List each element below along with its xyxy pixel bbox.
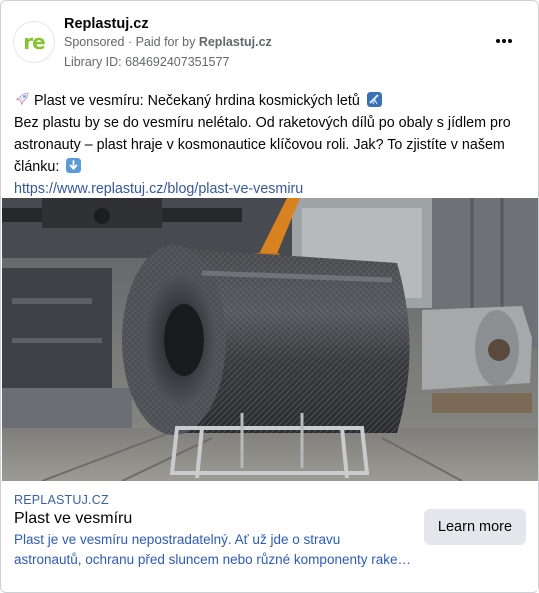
link-description-line-2: astronautů, ochranu před sluncem nebo rů… xyxy=(14,552,411,567)
link-title: Plast ve vesmíru xyxy=(14,510,133,527)
post-link[interactable]: https://www.replastuj.cz/blog/plast-ve-v… xyxy=(14,181,303,197)
rocket-emoji-icon xyxy=(16,92,29,105)
paid-for-prefix: · Paid for by xyxy=(127,35,196,49)
sponsored-line: Sponsored · Paid for by Replastuj.cz xyxy=(64,35,272,49)
link-description: Plast je ve vesmíru nepostradatelný. Ať … xyxy=(14,530,424,570)
post-header: re Replastuj.cz Sponsored · Paid for by … xyxy=(13,15,526,71)
down-arrow-emoji-icon xyxy=(66,158,82,173)
paid-for-by-name[interactable]: Replastuj.cz xyxy=(199,35,272,49)
advertiser-name[interactable]: Replastuj.cz xyxy=(64,16,149,32)
ad-image[interactable] xyxy=(2,198,538,481)
post-line-4: článku: xyxy=(14,156,529,178)
sponsored-label: Sponsored xyxy=(64,35,125,49)
post-line-2: Bez plastu by se do vesmíru nelétalo. Od… xyxy=(14,115,511,131)
post-line-1: Plast ve vesmíru: Nečekaný hrdina kosmic… xyxy=(14,90,529,112)
post-link-line: https://www.replastuj.cz/blog/plast-ve-v… xyxy=(14,178,529,200)
ad-card: re Replastuj.cz Sponsored · Paid for by … xyxy=(0,0,539,593)
advertiser-avatar[interactable]: re xyxy=(13,21,55,63)
more-dots-icon xyxy=(496,39,512,43)
post-line-3: astronauty – plast hraje v kosmonautice … xyxy=(14,137,505,153)
telescope-emoji-icon xyxy=(366,92,382,107)
post-line-4-text: článku: xyxy=(14,159,60,175)
learn-more-button[interactable]: Learn more xyxy=(424,509,526,545)
post-headline: Plast ve vesmíru: Nečekaný hrdina kosmic… xyxy=(34,93,360,109)
link-description-line-1: Plast je ve vesmíru nepostradatelný. Ať … xyxy=(14,532,341,547)
carbon-fiber-cylinder-photo xyxy=(2,198,538,481)
more-options-button[interactable] xyxy=(492,29,516,53)
link-domain: REPLASTUJ.CZ xyxy=(14,493,109,507)
avatar-logo-text: re xyxy=(23,30,45,54)
post-body: Plast ve vesmíru: Nečekaný hrdina kosmic… xyxy=(14,90,529,200)
link-preview[interactable]: REPLASTUJ.CZ Plast ve vesmíru Plast je v… xyxy=(2,481,538,591)
library-id: Library ID: 684692407351577 xyxy=(64,55,230,69)
